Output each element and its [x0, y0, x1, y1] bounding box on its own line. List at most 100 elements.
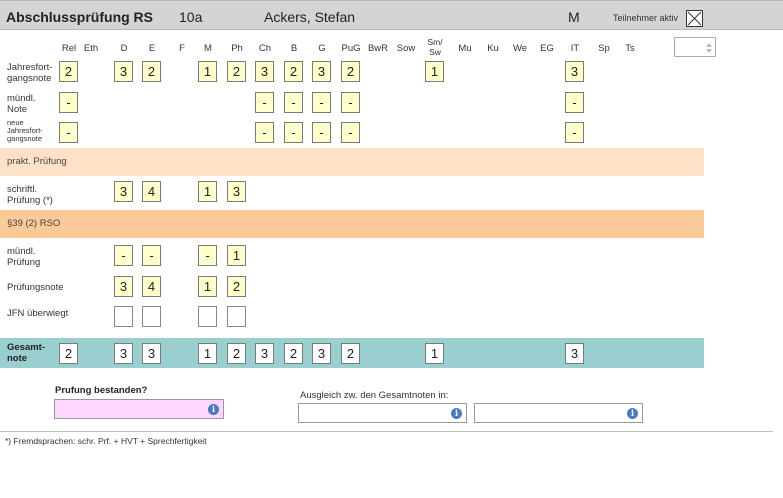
- active-checkbox[interactable]: [686, 10, 703, 27]
- grade-cell-pruefungsnote-m[interactable]: 1: [198, 276, 217, 297]
- row-label-line: gangsnote: [7, 134, 43, 143]
- grade-cell-gesamtnote-g: 3: [312, 343, 331, 364]
- band-rso: §39 (2) RSO: [0, 210, 704, 238]
- row-label-muendl-pruefung: mündl. Prüfung: [7, 246, 40, 268]
- spinner-input[interactable]: [674, 37, 716, 57]
- grade-cell-jfn_ueberwiegt-e[interactable]: [142, 306, 161, 327]
- row-label-gesamtnote: Gesamt- note: [7, 342, 45, 364]
- pruefung-bestanden-field[interactable]: i: [54, 399, 224, 419]
- subject-header-9: G: [318, 43, 326, 54]
- subject-header-15: Ku: [487, 43, 499, 54]
- info-icon[interactable]: i: [208, 404, 219, 415]
- grade-cell-muendl_note-pug[interactable]: -: [341, 92, 360, 113]
- row-label-line: mündl.: [7, 93, 36, 104]
- grade-cell-gesamtnote-rel: 2: [59, 343, 78, 364]
- subject-header-5: M: [204, 43, 212, 54]
- student-name: Ackers, Stefan: [264, 9, 356, 25]
- grade-cell-muendl_pruefung-e[interactable]: -: [142, 245, 161, 266]
- row-label-muendl-note: mündl. Note: [7, 93, 36, 115]
- grade-cell-jahresfortgangsnote-smsw[interactable]: 1: [425, 61, 444, 82]
- row-label-jfn-ueberwiegt: JFN überwiegt: [7, 308, 69, 319]
- class-label: 10a: [179, 9, 203, 25]
- row-label-line: gangsnote: [7, 73, 52, 84]
- active-label: Teilnehmer aktiv: [613, 13, 679, 23]
- grade-cell-muendl_note-g[interactable]: -: [312, 92, 331, 113]
- row-label-neue-jfn: neue Jahresfort- gangsnote: [7, 119, 43, 143]
- grade-cell-neue_jfn-g[interactable]: -: [312, 122, 331, 143]
- spin-down-icon[interactable]: [706, 49, 712, 53]
- row-label-line: note: [7, 353, 28, 364]
- grade-cell-muendl_pruefung-m[interactable]: -: [198, 245, 217, 266]
- subject-header-8: B: [290, 43, 298, 54]
- grade-cell-neue_jfn-ch[interactable]: -: [255, 122, 274, 143]
- subject-header-3: E: [148, 43, 156, 54]
- grade-cell-neue_jfn-rel[interactable]: -: [59, 122, 78, 143]
- grade-cell-muendl_pruefung-d[interactable]: -: [114, 245, 133, 266]
- subject-header-11: BwR: [367, 43, 389, 54]
- grade-cell-muendl_pruefung-ph[interactable]: 1: [227, 245, 246, 266]
- grade-cell-jahresfortgangsnote-d[interactable]: 3: [114, 61, 133, 82]
- grade-cell-schriftl_pruefung-d[interactable]: 3: [114, 181, 133, 202]
- grade-cell-jahresfortgangsnote-m[interactable]: 1: [198, 61, 217, 82]
- ausgleich-field-1[interactable]: i: [298, 403, 467, 423]
- grade-cell-gesamtnote-b: 2: [284, 343, 303, 364]
- grade-cell-jahresfortgangsnote-b[interactable]: 2: [284, 61, 303, 82]
- row-label-schriftl-pruefung: schriftl. Prüfung (*): [7, 184, 53, 206]
- subject-header-13: Sm/Sw: [420, 37, 450, 57]
- grade-cell-muendl_note-rel[interactable]: -: [59, 92, 78, 113]
- grade-cell-muendl_note-it[interactable]: -: [565, 92, 584, 113]
- grade-cell-schriftl_pruefung-m[interactable]: 1: [198, 181, 217, 202]
- subject-header-18: IT: [570, 43, 580, 54]
- row-label-line: schriftl.: [7, 184, 38, 195]
- row-label-line: Prüfung (*): [7, 195, 53, 206]
- grade-cell-neue_jfn-it[interactable]: -: [565, 122, 584, 143]
- row-label-line: Gesamt-: [7, 342, 46, 353]
- grade-cell-muendl_note-ch[interactable]: -: [255, 92, 274, 113]
- grade-cell-jfn_ueberwiegt-m[interactable]: [198, 306, 217, 327]
- grade-cell-jahresfortgangsnote-ch[interactable]: 3: [255, 61, 274, 82]
- grade-cell-jahresfortgangsnote-ph[interactable]: 2: [227, 61, 246, 82]
- grade-cell-gesamtnote-pug: 2: [341, 343, 360, 364]
- row-label-pruefungsnote: Prüfungsnote: [7, 282, 64, 293]
- grade-cell-jahresfortgangsnote-rel[interactable]: 2: [59, 61, 78, 82]
- info-icon[interactable]: i: [627, 408, 638, 419]
- grade-cell-muendl_note-b[interactable]: -: [284, 92, 303, 113]
- subject-header-17: EG: [540, 43, 554, 54]
- subject-header-line: Sw: [429, 47, 441, 57]
- row-label-line: mündl.: [7, 246, 36, 257]
- grade-cell-neue_jfn-b[interactable]: -: [284, 122, 303, 143]
- subject-header-7: Ch: [258, 43, 272, 54]
- grade-cell-jfn_ueberwiegt-ph[interactable]: [227, 306, 246, 327]
- subject-header-10: PuG: [341, 43, 361, 54]
- grade-cell-pruefungsnote-d[interactable]: 3: [114, 276, 133, 297]
- header-bar: Abschlussprüfung RS 10a Ackers, Stefan M…: [0, 0, 783, 30]
- ausgleich-field-2[interactable]: i: [474, 403, 643, 423]
- grade-cell-jahresfortgangsnote-g[interactable]: 3: [312, 61, 331, 82]
- subject-header-14: Mu: [458, 43, 472, 54]
- row-label-jahresfortgangsnote: Jahresfort- gangsnote: [7, 62, 52, 84]
- grade-cell-pruefungsnote-e[interactable]: 4: [142, 276, 161, 297]
- divider: [0, 431, 773, 432]
- subject-header-20: Ts: [625, 43, 635, 54]
- info-icon[interactable]: i: [451, 408, 462, 419]
- row-label-line: Note: [7, 104, 28, 115]
- page-title: Abschlussprüfung RS: [6, 9, 154, 25]
- grade-cell-jahresfortgangsnote-e[interactable]: 2: [142, 61, 161, 82]
- band-prakt-pruefung: prakt. Prüfung: [0, 148, 704, 176]
- grade-cell-schriftl_pruefung-e[interactable]: 4: [142, 181, 161, 202]
- gender-label: M: [568, 9, 580, 25]
- grade-cell-gesamtnote-m: 1: [198, 343, 217, 364]
- grade-cell-schriftl_pruefung-ph[interactable]: 3: [227, 181, 246, 202]
- subject-header-12: Sow: [396, 43, 416, 54]
- grade-cell-gesamtnote-e: 3: [142, 343, 161, 364]
- subject-header-6: Ph: [231, 43, 243, 54]
- row-label-line: Jahresfort-: [7, 62, 53, 73]
- spin-up-icon[interactable]: [706, 43, 712, 47]
- grade-cell-neue_jfn-pug[interactable]: -: [341, 122, 360, 143]
- grade-cell-pruefungsnote-ph[interactable]: 2: [227, 276, 246, 297]
- grade-cell-jahresfortgangsnote-pug[interactable]: 2: [341, 61, 360, 82]
- footnote: *) Fremdsprachen: schr. Prf. + HVT + Spr…: [5, 436, 207, 446]
- grade-cell-jfn_ueberwiegt-d[interactable]: [114, 306, 133, 327]
- subject-header-1: Eth: [83, 43, 99, 54]
- grade-cell-jahresfortgangsnote-it[interactable]: 3: [565, 61, 584, 82]
